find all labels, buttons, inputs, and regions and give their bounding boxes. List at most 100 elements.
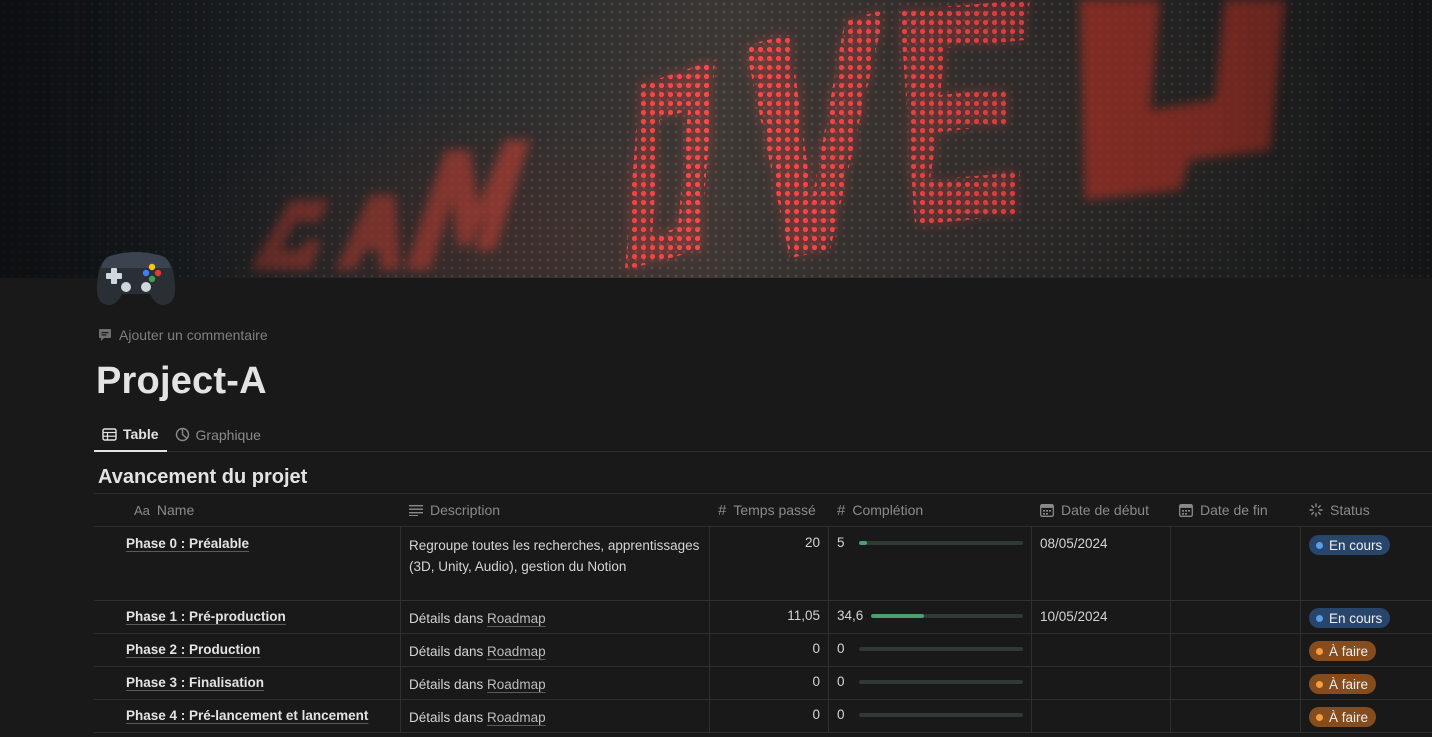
status-badge[interactable]: En cours xyxy=(1309,535,1391,555)
row-title-link[interactable]: Phase 1 : Pré-production xyxy=(126,609,286,624)
completion-cell[interactable]: 0 xyxy=(829,667,1032,699)
description-cell[interactable]: Regroupe toutes les recherches, apprenti… xyxy=(401,527,710,600)
time-cell[interactable]: 0 xyxy=(710,634,829,666)
end-date-cell[interactable] xyxy=(1171,634,1301,666)
database-title[interactable]: Avancement du projet xyxy=(98,466,307,489)
time-cell[interactable]: 0 xyxy=(710,667,829,699)
roadmap-link[interactable]: Roadmap xyxy=(487,644,546,659)
roadmap-link[interactable]: Roadmap xyxy=(487,677,546,692)
start-date-value: 08/05/2024 xyxy=(1040,536,1108,551)
end-date-cell[interactable] xyxy=(1171,667,1301,699)
name-cell[interactable]: Phase 3 : Finalisation xyxy=(94,667,401,699)
table-row[interactable]: Phase 0 : Préalable Regroupe toutes les … xyxy=(94,527,1432,601)
status-cell[interactable]: En cours xyxy=(1301,527,1432,600)
completion-cell[interactable]: 0 xyxy=(829,634,1032,666)
completion-progress-bar xyxy=(859,679,1023,684)
completion-progress-fill xyxy=(859,540,868,545)
completion-cell[interactable]: 0 xyxy=(829,700,1032,732)
time-value: 11,05 xyxy=(787,608,820,623)
time-cell[interactable]: 11,05 xyxy=(710,601,829,633)
start-date-cell[interactable]: 10/05/2024 xyxy=(1032,601,1171,633)
start-date-cell[interactable] xyxy=(1032,667,1171,699)
chart-icon xyxy=(175,427,190,442)
completion-cell[interactable]: 5 xyxy=(829,527,1032,600)
number-icon: # xyxy=(837,501,846,519)
column-header-name[interactable]: Aa Name xyxy=(94,494,401,526)
status-badge[interactable]: En cours xyxy=(1309,608,1391,628)
row-title-link[interactable]: Phase 4 : Pré-lancement et lancement xyxy=(126,708,368,723)
name-cell[interactable]: Phase 4 : Pré-lancement et lancement xyxy=(94,700,401,732)
column-header-date-debut[interactable]: Date de début xyxy=(1032,494,1171,526)
status-dot xyxy=(1316,541,1323,549)
description-cell[interactable]: Détails dans Roadmap xyxy=(401,700,710,732)
table-row[interactable]: Phase 1 : Pré-production Détails dans Ro… xyxy=(94,601,1432,634)
completion-value: 0 xyxy=(837,707,845,722)
status-dot xyxy=(1316,680,1323,688)
row-title-link[interactable]: Phase 2 : Production xyxy=(126,642,260,657)
description-cell[interactable]: Détails dans Roadmap xyxy=(401,601,710,633)
gamepad-icon[interactable] xyxy=(96,250,176,308)
status-cell[interactable]: À faire xyxy=(1301,667,1432,699)
status-cell[interactable]: En cours xyxy=(1301,601,1432,633)
name-cell[interactable]: Phase 1 : Pré-production xyxy=(94,601,401,633)
start-date-cell[interactable] xyxy=(1032,700,1171,732)
completion-value: 0 xyxy=(837,641,845,656)
column-header-temps-passe[interactable]: # Temps passé xyxy=(710,494,829,526)
status-badge[interactable]: À faire xyxy=(1309,674,1377,694)
text-property-icon: Aa xyxy=(134,502,150,518)
add-comment-button[interactable]: Ajouter un commentaire xyxy=(98,327,268,343)
name-cell[interactable]: Phase 2 : Production xyxy=(94,634,401,666)
completion-cell[interactable]: 34,6 xyxy=(829,601,1032,633)
completion-value: 5 xyxy=(837,535,845,550)
comment-icon xyxy=(98,328,112,342)
status-badge[interactable]: À faire xyxy=(1309,707,1377,727)
table-row[interactable]: Phase 4 : Pré-lancement et lancement Dét… xyxy=(94,700,1432,733)
column-header-description[interactable]: Description xyxy=(401,494,710,526)
status-cell[interactable]: À faire xyxy=(1301,634,1432,666)
description-text: Détails dans xyxy=(409,710,488,725)
page-title[interactable]: Project-A xyxy=(96,360,267,403)
row-title-link[interactable]: Phase 0 : Préalable xyxy=(126,536,249,551)
completion-value: 0 xyxy=(837,674,845,689)
column-header-date-fin[interactable]: Date de fin xyxy=(1171,494,1301,526)
status-dot xyxy=(1316,713,1323,721)
table-row[interactable]: Phase 2 : Production Détails dans Roadma… xyxy=(94,634,1432,667)
tab-table-label: Table xyxy=(123,426,159,442)
start-date-value: 10/05/2024 xyxy=(1040,609,1108,624)
end-date-cell[interactable] xyxy=(1171,601,1301,633)
calendar-icon xyxy=(1179,503,1193,517)
number-icon: # xyxy=(718,501,727,519)
time-cell[interactable]: 20 xyxy=(710,527,829,600)
tab-graphique[interactable]: Graphique xyxy=(167,418,269,451)
description-text: Regroupe toutes les recherches, apprenti… xyxy=(409,538,700,574)
description-cell[interactable]: Détails dans Roadmap xyxy=(401,634,710,666)
column-header-completion[interactable]: # Complétion xyxy=(829,494,1032,526)
description-text: Détails dans xyxy=(409,644,488,659)
status-cell[interactable]: À faire xyxy=(1301,700,1432,732)
start-date-cell[interactable]: 08/05/2024 xyxy=(1032,527,1171,600)
status-badge[interactable]: À faire xyxy=(1309,641,1377,661)
end-date-cell[interactable] xyxy=(1171,700,1301,732)
cover-image xyxy=(0,0,1432,278)
completion-progress-bar xyxy=(859,540,1023,545)
end-date-cell[interactable] xyxy=(1171,527,1301,600)
row-title-link[interactable]: Phase 3 : Finalisation xyxy=(126,675,264,690)
table-header: Aa Name Description # Temps passé # Comp… xyxy=(94,493,1432,527)
text-lines-icon xyxy=(409,504,423,516)
roadmap-link[interactable]: Roadmap xyxy=(487,710,546,725)
time-value: 0 xyxy=(812,707,820,722)
completion-value: 34,6 xyxy=(837,608,864,623)
completion-progress-bar xyxy=(859,646,1023,651)
start-date-cell[interactable] xyxy=(1032,634,1171,666)
tab-table[interactable]: Table xyxy=(94,418,167,452)
description-text: Détails dans xyxy=(409,677,488,692)
roadmap-link[interactable]: Roadmap xyxy=(487,611,546,626)
table-row[interactable]: Phase 3 : Finalisation Détails dans Road… xyxy=(94,667,1432,700)
time-cell[interactable]: 0 xyxy=(710,700,829,732)
column-header-status[interactable]: Status xyxy=(1301,494,1432,526)
description-cell[interactable]: Détails dans Roadmap xyxy=(401,667,710,699)
name-cell[interactable]: Phase 0 : Préalable xyxy=(94,527,401,600)
view-tabs: Table Graphique xyxy=(94,418,1432,452)
time-value: 0 xyxy=(812,641,820,656)
status-dot xyxy=(1316,647,1323,655)
